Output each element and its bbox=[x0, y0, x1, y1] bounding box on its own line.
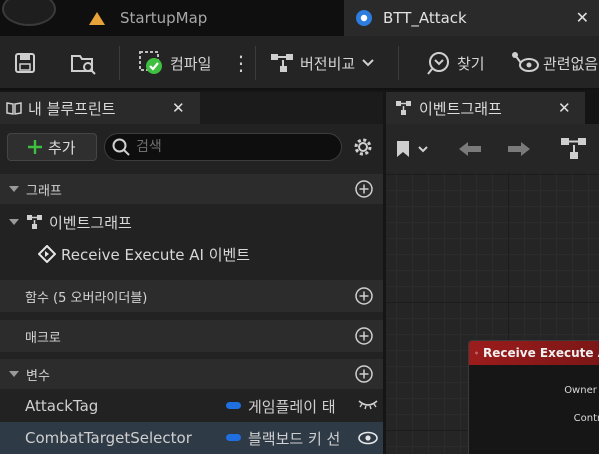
navigate-forward-icon[interactable] bbox=[506, 140, 532, 158]
event-node-icon bbox=[475, 351, 479, 355]
my-blueprint-panel: 내 블루프린트 ✕ 추가 그래프 bbox=[0, 92, 383, 454]
search-input[interactable] bbox=[136, 139, 326, 155]
save-icon bbox=[15, 53, 35, 73]
compile-success-icon bbox=[139, 51, 162, 74]
unreal-logo-icon[interactable] bbox=[2, 0, 56, 26]
save-button[interactable] bbox=[14, 36, 36, 90]
document-tab-bar: StartupMap BTT_Attack ✕ bbox=[0, 0, 599, 36]
behavior-tree-task-icon bbox=[356, 10, 372, 26]
node-pin-owner[interactable]: Owner C bbox=[564, 385, 599, 396]
section-graphs[interactable]: 그래프 bbox=[0, 174, 383, 204]
node-title: Receive Execute A bbox=[483, 346, 599, 360]
hide-unrelated-label: 관련없음 bbox=[543, 54, 599, 73]
toolbar-divider bbox=[398, 46, 399, 80]
section-label: 그래프 bbox=[26, 183, 62, 199]
navigate-back-icon[interactable] bbox=[457, 140, 483, 158]
gear-icon[interactable] bbox=[352, 136, 374, 158]
tab-btt-attack[interactable]: BTT_Attack ✕ bbox=[344, 0, 599, 36]
graph-item-receive-execute[interactable]: Receive Execute AI 이벤트 bbox=[0, 238, 383, 270]
search-icon bbox=[112, 138, 130, 156]
find-icon bbox=[427, 52, 449, 75]
bookmark-icon[interactable] bbox=[395, 139, 431, 159]
tab-startupmap[interactable]: StartupMap bbox=[78, 0, 340, 36]
search-box[interactable] bbox=[104, 133, 342, 161]
chevron-down-icon bbox=[362, 59, 374, 67]
variable-type[interactable]: 게임플레이 태 bbox=[248, 396, 350, 417]
graph-icon bbox=[27, 215, 42, 229]
node-pin-controller[interactable]: Contro bbox=[574, 413, 599, 424]
variable-type-pin-icon bbox=[226, 434, 241, 441]
section-label: 매크로 bbox=[25, 330, 61, 346]
compile-button[interactable]: 컴파일 bbox=[138, 36, 211, 90]
add-graph-icon[interactable] bbox=[355, 180, 373, 198]
variable-name: CombatTargetSelector bbox=[25, 429, 192, 447]
tab-label: StartupMap bbox=[120, 9, 208, 27]
compile-label: 컴파일 bbox=[170, 54, 212, 73]
event-icon bbox=[38, 245, 56, 263]
main-toolbar: 컴파일 ⋮ 버전비교 찾기 관련없음 bbox=[0, 36, 599, 90]
add-button[interactable]: 추가 bbox=[7, 133, 97, 161]
tab-my-blueprint[interactable]: 내 블루프린트 ✕ bbox=[0, 92, 200, 124]
diff-label: 버전비교 bbox=[300, 54, 356, 73]
tab-label: BTT_Attack bbox=[383, 9, 467, 27]
panel-title: 내 블루프린트 bbox=[28, 99, 116, 118]
node-header: Receive Execute A bbox=[469, 341, 599, 365]
graph-overview-icon[interactable] bbox=[560, 137, 588, 161]
graph-toolbar bbox=[386, 124, 599, 172]
graph-item-label: 이벤트그래프 bbox=[49, 213, 132, 232]
my-blueprint-content: 추가 그래프 bbox=[0, 124, 383, 454]
plus-icon bbox=[28, 140, 42, 154]
variable-type[interactable]: 블랙보드 키 선 bbox=[248, 428, 350, 449]
receive-execute-ai-node[interactable]: Receive Execute A Owner C Contro bbox=[468, 340, 599, 454]
diff-button[interactable]: 버전비교 bbox=[270, 36, 375, 90]
folder-search-icon bbox=[71, 55, 96, 75]
book-icon bbox=[6, 102, 22, 115]
section-variables[interactable]: 변수 bbox=[0, 359, 383, 389]
add-function-icon[interactable] bbox=[355, 287, 373, 305]
find-button[interactable]: 찾기 bbox=[426, 36, 485, 90]
expand-caret-icon bbox=[9, 186, 19, 192]
tab-event-graph[interactable]: 이벤트그래프 ✕ bbox=[386, 92, 585, 124]
graph-icon bbox=[396, 101, 411, 115]
add-macro-icon[interactable] bbox=[355, 327, 373, 345]
add-variable-icon[interactable] bbox=[355, 365, 373, 383]
variable-row-combattargetselector[interactable]: CombatTargetSelector 블랙보드 키 선 bbox=[0, 422, 383, 454]
level-icon bbox=[88, 11, 106, 25]
section-label: 변수 bbox=[26, 368, 50, 384]
close-graph-tab-icon[interactable]: ✕ bbox=[558, 99, 571, 117]
event-graph-panel: 이벤트그래프 ✕ Receive Execute A Owner Cont bbox=[386, 92, 599, 454]
add-label: 추가 bbox=[48, 138, 76, 157]
diff-icon bbox=[271, 54, 293, 72]
toolbar-divider bbox=[119, 46, 120, 80]
eye-open-icon[interactable] bbox=[357, 431, 379, 445]
compile-options-button[interactable]: ⋮ bbox=[231, 36, 251, 90]
section-label: 함수 (5 오버라이더블) bbox=[25, 290, 148, 306]
variable-row-attacktag[interactable]: AttackTag 게임플레이 태 bbox=[0, 390, 383, 422]
expand-caret-icon bbox=[9, 219, 19, 225]
close-panel-icon[interactable]: ✕ bbox=[172, 99, 185, 117]
more-options-icon: ⋮ bbox=[231, 51, 251, 75]
hide-unrelated-button[interactable]: 관련없음 bbox=[511, 36, 598, 90]
section-functions[interactable]: 함수 (5 오버라이더블) bbox=[0, 280, 383, 312]
expand-caret-icon bbox=[9, 371, 19, 377]
variable-type-pin-icon bbox=[226, 402, 241, 409]
graph-item-label: Receive Execute AI 이벤트 bbox=[61, 245, 251, 264]
hide-unrelated-icon bbox=[512, 52, 539, 72]
browse-button[interactable] bbox=[70, 36, 98, 90]
graph-item-event-graph[interactable]: 이벤트그래프 bbox=[0, 206, 383, 238]
section-macros[interactable]: 매크로 bbox=[0, 320, 383, 352]
graph-tab-label: 이벤트그래프 bbox=[419, 99, 502, 118]
toolbar-divider bbox=[255, 46, 256, 80]
eye-closed-icon[interactable] bbox=[357, 398, 379, 412]
close-tab-icon[interactable]: ✕ bbox=[576, 8, 589, 27]
find-label: 찾기 bbox=[457, 54, 485, 73]
variable-name: AttackTag bbox=[25, 397, 99, 415]
